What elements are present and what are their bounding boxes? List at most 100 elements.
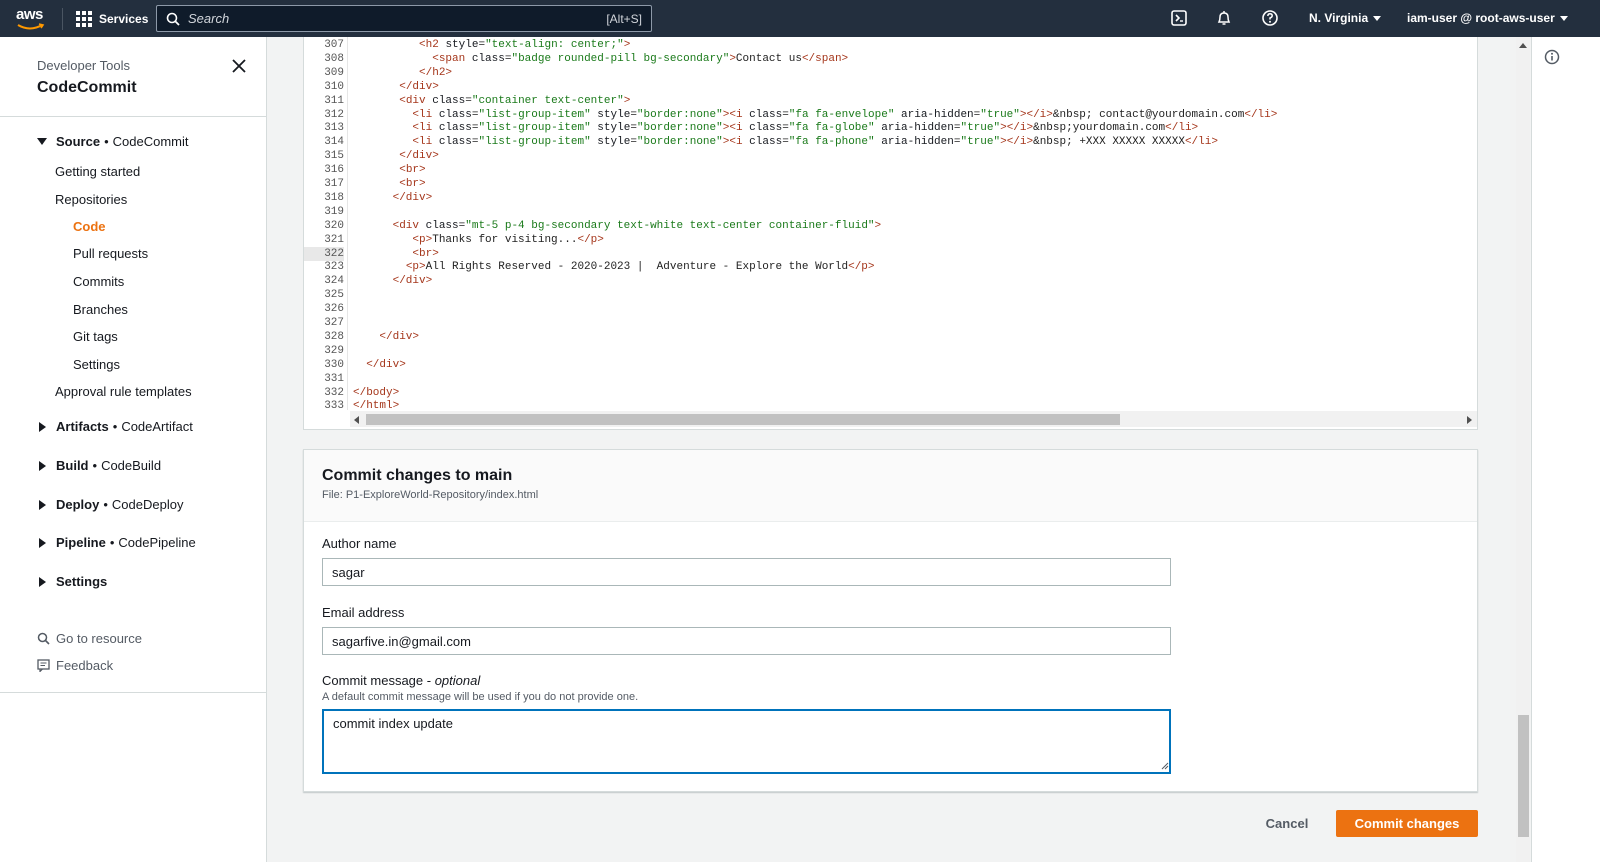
info-icon[interactable] bbox=[1544, 49, 1560, 65]
code-line[interactable]: 328 </div> bbox=[304, 330, 1477, 344]
sidebar-section-deploy[interactable]: Deploy • CodeDeploy bbox=[37, 497, 183, 512]
line-number: 311 bbox=[324, 94, 344, 107]
code-line[interactable]: 319 bbox=[304, 205, 1477, 219]
optional-tag: optional bbox=[434, 673, 481, 688]
code-line[interactable]: 308 <span class="badge rounded-pill bg-s… bbox=[304, 52, 1477, 66]
line-number: 314 bbox=[324, 136, 344, 149]
cloudshell-icon[interactable] bbox=[1170, 9, 1190, 29]
code-line[interactable]: 330 </div> bbox=[304, 358, 1477, 372]
code-line[interactable]: 326 bbox=[304, 302, 1477, 316]
code-line[interactable]: 310 </div> bbox=[304, 80, 1477, 94]
go-to-resource-link[interactable]: Go to resource bbox=[37, 631, 142, 646]
commit-changes-button[interactable]: Commit changes bbox=[1336, 810, 1478, 837]
code-line[interactable]: 323 <p>All Rights Reserved - 2020-2023 |… bbox=[304, 260, 1477, 274]
code-line[interactable]: 313 <li class="list-group-item" style="b… bbox=[304, 121, 1477, 135]
code-line[interactable]: 309 </h2> bbox=[304, 66, 1477, 80]
line-number: 333 bbox=[324, 400, 344, 413]
sidebar-item-branches[interactable]: Branches bbox=[73, 302, 128, 317]
code-line[interactable]: 325 bbox=[304, 288, 1477, 302]
section-name: Build bbox=[56, 458, 89, 473]
sidebar-service-title[interactable]: CodeCommit bbox=[37, 79, 137, 97]
sidebar-item-approval-rule-templates[interactable]: Approval rule templates bbox=[55, 384, 192, 399]
section-name: Deploy bbox=[56, 497, 100, 512]
services-label: Services bbox=[99, 12, 149, 26]
region-selector[interactable]: N. Virginia bbox=[1309, 11, 1382, 25]
line-number: 316 bbox=[324, 164, 344, 177]
code-text: <div class="mt-5 p-4 bg-secondary text-w… bbox=[392, 219, 882, 232]
code-line[interactable]: 318 </div> bbox=[304, 191, 1477, 205]
code-text: <li class="list-group-item" style="borde… bbox=[412, 136, 1218, 149]
commit-message-textarea[interactable]: commit index update bbox=[322, 709, 1171, 774]
code-line[interactable]: 329 bbox=[304, 344, 1477, 358]
feedback-label: Feedback bbox=[56, 658, 114, 673]
help-icon[interactable] bbox=[1261, 9, 1281, 29]
sidebar-section-artifacts[interactable]: Artifacts • CodeArtifact bbox=[37, 419, 193, 434]
cancel-button[interactable]: Cancel bbox=[1258, 810, 1316, 836]
line-number: 319 bbox=[324, 205, 344, 218]
code-line[interactable]: 311 <div class="container text-center"> bbox=[304, 94, 1477, 108]
sidebar-section-build[interactable]: Build • CodeBuild bbox=[37, 458, 161, 473]
commit-message-label: Commit message - optional bbox=[322, 673, 481, 688]
line-number: 329 bbox=[324, 344, 344, 357]
aws-logo[interactable]: aws bbox=[16, 6, 48, 32]
sidebar-item-pull-requests[interactable]: Pull requests bbox=[73, 246, 148, 261]
horizontal-scrollbar[interactable] bbox=[350, 411, 1477, 427]
code-line[interactable]: 314 <li class="list-group-item" style="b… bbox=[304, 135, 1477, 149]
author-name-input[interactable] bbox=[322, 558, 1171, 586]
code-line[interactable]: 332 </body> bbox=[304, 386, 1477, 400]
code-line[interactable]: 324 </div> bbox=[304, 274, 1477, 288]
close-icon[interactable] bbox=[231, 58, 247, 74]
scroll-up-arrow-icon[interactable] bbox=[1519, 43, 1527, 48]
scrollbar-thumb[interactable] bbox=[366, 414, 1120, 425]
line-number: 322 bbox=[304, 246, 344, 261]
sidebar-item-git-tags[interactable]: Git tags bbox=[73, 329, 118, 344]
code-line[interactable]: 320 <div class="mt-5 p-4 bg-secondary te… bbox=[304, 219, 1477, 233]
code-text: <p>Thanks for visiting...</p> bbox=[412, 233, 604, 246]
tools-panel-rail bbox=[1531, 37, 1600, 862]
sidebar-item-commits[interactable]: Commits bbox=[73, 274, 124, 289]
code-line[interactable]: 321 <p>Thanks for visiting...</p> bbox=[304, 233, 1477, 247]
code-line[interactable]: 327 bbox=[304, 316, 1477, 330]
region-label: N. Virginia bbox=[1309, 11, 1369, 25]
code-line[interactable]: 312 <li class="list-group-item" style="b… bbox=[304, 108, 1477, 122]
feedback-link[interactable]: Feedback bbox=[37, 658, 113, 673]
top-navigation: aws Services [Alt+S] N. Virginia iam-use… bbox=[0, 0, 1600, 37]
code-line[interactable]: 315 </div> bbox=[304, 149, 1477, 163]
services-menu-button[interactable]: Services bbox=[76, 8, 148, 30]
sidebar-section-pipeline[interactable]: Pipeline • CodePipeline bbox=[37, 535, 196, 550]
section-name: Source bbox=[56, 134, 101, 149]
resize-handle-icon[interactable] bbox=[1161, 762, 1169, 770]
caret-right-icon bbox=[39, 537, 46, 548]
caret-right-icon bbox=[39, 576, 46, 587]
global-search[interactable]: [Alt+S] bbox=[156, 5, 652, 32]
sidebar-item-settings[interactable]: Settings bbox=[73, 357, 120, 372]
side-navigation: Developer Tools CodeCommit Source • CodeCo… bbox=[0, 37, 267, 862]
line-number: 308 bbox=[324, 52, 344, 65]
code-text: <br> bbox=[412, 247, 439, 260]
line-number: 325 bbox=[324, 289, 344, 302]
aws-logo-text: aws bbox=[16, 6, 43, 23]
bell-icon[interactable] bbox=[1215, 9, 1235, 29]
code-text: <p>All Rights Reserved - 2020-2023 | Adv… bbox=[405, 261, 875, 274]
code-line[interactable]: 322 <br> bbox=[304, 246, 1477, 261]
email-address-input[interactable] bbox=[322, 627, 1171, 655]
scrollbar-thumb[interactable] bbox=[1518, 715, 1529, 837]
account-menu[interactable]: iam-user @ root-aws-user bbox=[1407, 11, 1568, 25]
search-input[interactable] bbox=[188, 11, 588, 26]
sidebar-item-repositories[interactable]: Repositories bbox=[55, 192, 127, 207]
code-text: </body> bbox=[353, 386, 400, 399]
sidebar-item-getting-started[interactable]: Getting started bbox=[55, 164, 140, 179]
sidebar-section-source[interactable]: Source • CodeCommit bbox=[37, 134, 189, 149]
code-line[interactable]: 331 bbox=[304, 372, 1477, 386]
sidebar-item-code[interactable]: Code bbox=[73, 219, 106, 234]
line-number: 330 bbox=[324, 358, 344, 371]
scroll-left-arrow-icon[interactable] bbox=[354, 416, 359, 424]
aws-smile-icon bbox=[17, 23, 45, 30]
code-line[interactable]: 307 <h2 style="text-align: center;"> bbox=[304, 38, 1477, 52]
vertical-scrollbar[interactable] bbox=[1516, 37, 1530, 862]
sidebar-section-settings[interactable]: Settings bbox=[37, 574, 107, 589]
code-line[interactable]: 317 <br> bbox=[304, 177, 1477, 191]
code-line[interactable]: 316 <br> bbox=[304, 163, 1477, 177]
code-editor[interactable]: 307 <h2 style="text-align: center;"> 308 … bbox=[303, 37, 1478, 430]
scroll-right-arrow-icon[interactable] bbox=[1467, 416, 1472, 424]
